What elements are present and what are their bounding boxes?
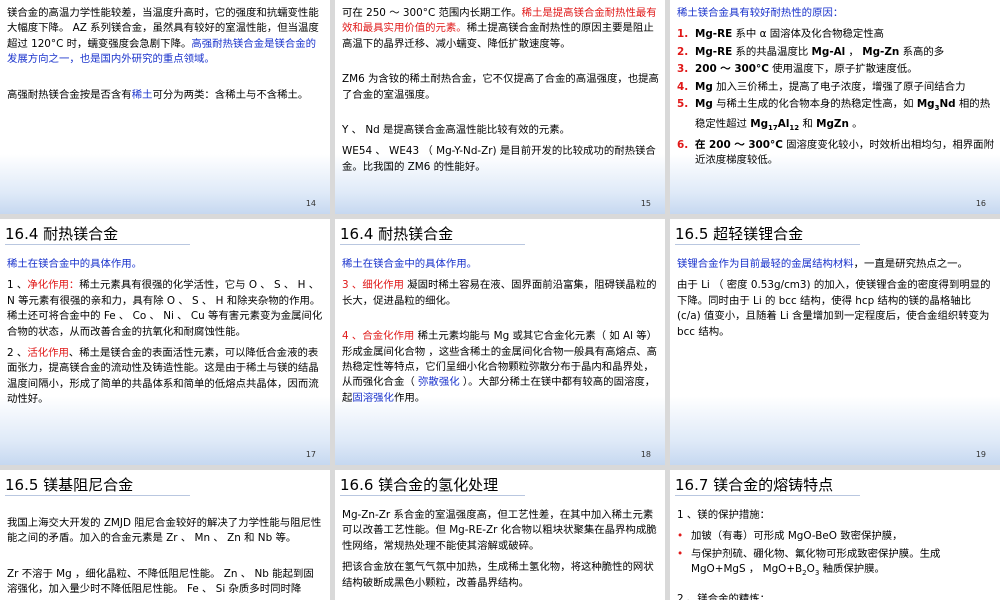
list-item: 6. 在 200 ～ 300°C 固溶度变化较小，时效析出相均匀，相界面附近浓度梯… xyxy=(677,139,994,167)
paragraph: Mg-Zn-Zr 系合金的室温强度高，但工艺性差，在其中加入稀土元素可以改善工艺… xyxy=(342,509,657,552)
paragraph: 4 、合金化作用 稀土元素均能与 Mg 或其它合金化元素（ 如 Al 等）形成金… xyxy=(342,330,658,404)
paragraph: Y 、 Nd 是提高镁合金高温性能比较有效的元素。 xyxy=(342,124,571,137)
paragraph: 高强耐热镁合金按是否含有稀土可分为两类：含稀土与不含稀土。 xyxy=(7,88,324,103)
slide-body: 稀土在镁合金中的具体作用。 1 、净化作用：稀土元素具有很强的化学活性，它与 O… xyxy=(7,257,324,414)
text: 高强耐热镁合金按是否含有 xyxy=(7,88,132,101)
reasons-list: 1. Mg-RE 系中 α 固溶体及化合物稳定性高 2. Mg-RE 系的共晶温度比… xyxy=(677,27,994,168)
page-number: 16 xyxy=(975,199,986,208)
list-item: 4. Mg 加入三价稀土，提高了电子浓度，增强了原子间结合力 xyxy=(677,80,966,93)
list-item: 1. Mg-RE 系中 α 固溶体及化合物稳定性高 xyxy=(677,28,885,41)
paragraph: ZM6 为含钕的稀土耐热合金，它不仅提高了合金的高温强度，也提高了合金的室温强度… xyxy=(342,73,659,101)
slide-17: 16.4 耐热镁合金 稀土在镁合金中的具体作用。 1 、净化作用：稀土元素具有很… xyxy=(0,219,330,465)
paragraph: 镁锂合金作为目前最轻的金属结构材料，一直是研究热点之一。 xyxy=(677,258,968,270)
slide-body: 稀土镁合金具有较好耐热性的原因： 1. Mg-RE 系中 α 固溶体及化合物稳定性… xyxy=(677,6,994,171)
slide-20: 16.5 镁基阻尼合金 我国上海交大开发的 ZMJD 阻尼合金较好的解决了力学性… xyxy=(0,470,330,600)
slide-title: 16.7 镁合金的熔铸特点 xyxy=(675,474,860,496)
slide-body: 镁锂合金作为目前最轻的金属结构材料，一直是研究热点之一。 由于 Li （ 密度 … xyxy=(677,257,994,346)
paragraph: WE54 、 WE43 （ Mg-Y-Nd-Zr) 是目前开发的比较成功的耐热镁… xyxy=(342,145,656,173)
text: 可分为两类：含稀土与不含稀土。 xyxy=(152,88,309,101)
heading: 稀土镁合金具有较好耐热性的原因： xyxy=(677,7,844,19)
paragraph: 可在 250 ～ 300°C 范围内长期工作。稀土是提高镁合金耐热性最有效和最具… xyxy=(342,6,659,52)
page-number: 18 xyxy=(640,450,651,459)
slide-title: 16.6 镁合金的氢化处理 xyxy=(340,474,525,496)
paragraph: 2 、活化作用、稀土是镁合金的表面活性元素，可以降低合金液的表面张力，提高镁合金… xyxy=(7,347,319,406)
paragraph: Zr 不溶于 Mg ，细化晶粒、不降低阻尼性能。 Zn 、 Nb 能起到固溶强化… xyxy=(7,567,314,596)
slide-title: 16.4 耐热镁合金 xyxy=(340,223,525,245)
slide-18: 16.4 耐热镁合金 稀土在镁合金中的具体作用。 3 、细化作用 凝固时稀土容易… xyxy=(335,219,665,465)
heading: 1 、镁的保护措施： xyxy=(677,509,771,521)
page-number: 19 xyxy=(975,450,986,459)
page-number: 17 xyxy=(305,450,316,459)
paragraph: 3 、细化作用 凝固时稀土容易在液、固界面前沿富集，阻碍镁晶粒的长大，促进晶粒的… xyxy=(342,279,657,307)
page-number: 14 xyxy=(305,199,316,208)
list-item: • 与保护剂硫、硼化物、氟化物可形成致密保护膜。生成 MgO+MgS ， MgO+… xyxy=(677,547,941,578)
page-number: 15 xyxy=(640,199,651,208)
slide-body: 镁合金的高温力学性能较差，当温度升高时，它的强度和抗蠕变性能大幅度下降。 AZ … xyxy=(7,6,324,109)
slide-21: 16.6 镁合金的氢化处理 Mg-Zn-Zr 系合金的室温强度高，但工艺性差，在… xyxy=(335,470,665,600)
list-item: 5. Mg 与稀土生成的化合物本身的热稳定性高，如 Mg3Nd 相的热稳定性超过 … xyxy=(677,98,991,132)
slide-19: 16.5 超轻镁锂合金 镁锂合金作为目前最轻的金属结构材料，一直是研究热点之一。… xyxy=(670,219,1000,465)
heading: 稀土在镁合金中的具体作用。 xyxy=(7,258,143,270)
slide-body: Mg-Zn-Zr 系合金的室温强度高，但工艺性差，在其中加入稀土元素可以改善工艺… xyxy=(342,508,659,597)
list-item: • 加铍（有毒）可形成 MgO-BeO 致密保护膜， xyxy=(677,529,994,544)
list-item: 3. 200 ～ 300°C 使用温度下，原子扩散速度低。 xyxy=(677,63,918,76)
bullet-icon: • xyxy=(677,530,684,543)
slide-title: 16.5 超轻镁锂合金 xyxy=(675,223,860,245)
list-item: 2. Mg-RE 系的共晶温度比 Mg-Al ， Mg-Zn 系高的多 xyxy=(677,45,945,58)
slide-title: 16.5 镁基阻尼合金 xyxy=(5,474,190,496)
slide-16: 稀土镁合金具有较好耐热性的原因： 1. Mg-RE 系中 α 固溶体及化合物稳定性… xyxy=(670,0,1000,214)
slide-body: 1 、镁的保护措施： • 加铍（有毒）可形成 MgO-BeO 致密保护膜， • 与保… xyxy=(677,508,994,600)
slide-body: 稀土在镁合金中的具体作用。 3 、细化作用 凝固时稀土容易在液、固界面前沿富集，… xyxy=(342,257,659,412)
paragraph: 我国上海交大开发的 ZMJD 阻尼合金较好的解决了力学性能与阻尼性能之间的矛盾。… xyxy=(7,517,322,545)
slide-grid: 镁合金的高温力学性能较差，当温度升高时，它的强度和抗蠕变性能大幅度下降。 AZ … xyxy=(0,0,1000,600)
bullet-list: • 加铍（有毒）可形成 MgO-BeO 致密保护膜， • 与保护剂硫、硼化物、氟化物… xyxy=(677,529,994,581)
highlight-text: 稀土 xyxy=(131,88,153,101)
slide-22: 16.7 镁合金的熔铸特点 1 、镁的保护措施： • 加铍（有毒）可形成 MgO-… xyxy=(670,470,1000,600)
slide-body: 可在 250 ～ 300°C 范围内长期工作。稀土是提高镁合金耐热性最有效和最具… xyxy=(342,6,659,181)
paragraph: 由于 Li （ 密度 0.53g/cm3) 的加入，使镁锂合金的密度得到明显的下… xyxy=(677,279,991,338)
bullet-icon: • xyxy=(677,547,684,560)
slide-14: 镁合金的高温力学性能较差，当温度升高时，它的强度和抗蠕变性能大幅度下降。 AZ … xyxy=(0,0,330,214)
paragraph: 把该合金放在氢气气氛中加热，生成稀土氢化物，将这种脆性的网状结构破断成黑色小颗粒… xyxy=(342,561,654,589)
slide-title: 16.4 耐热镁合金 xyxy=(5,223,190,245)
heading: 2 、镁合金的精炼： xyxy=(677,592,771,600)
slide-15: 可在 250 ～ 300°C 范围内长期工作。稀土是提高镁合金耐热性最有效和最具… xyxy=(335,0,665,214)
text: 可在 250 ～ 300°C 范围内长期工作。 xyxy=(342,7,522,19)
paragraph: 1 、净化作用：稀土元素具有很强的化学活性，它与 O 、 S 、 H 、 N 等… xyxy=(7,279,323,338)
slide-body: 我国上海交大开发的 ZMJD 阻尼合金较好的解决了力学性能与阻尼性能之间的矛盾。… xyxy=(7,516,324,600)
paragraph: 镁合金的高温力学性能较差，当温度升高时，它的强度和抗蠕变性能大幅度下降。 AZ … xyxy=(7,6,324,68)
heading: 稀土在镁合金中的具体作用。 xyxy=(342,258,478,270)
